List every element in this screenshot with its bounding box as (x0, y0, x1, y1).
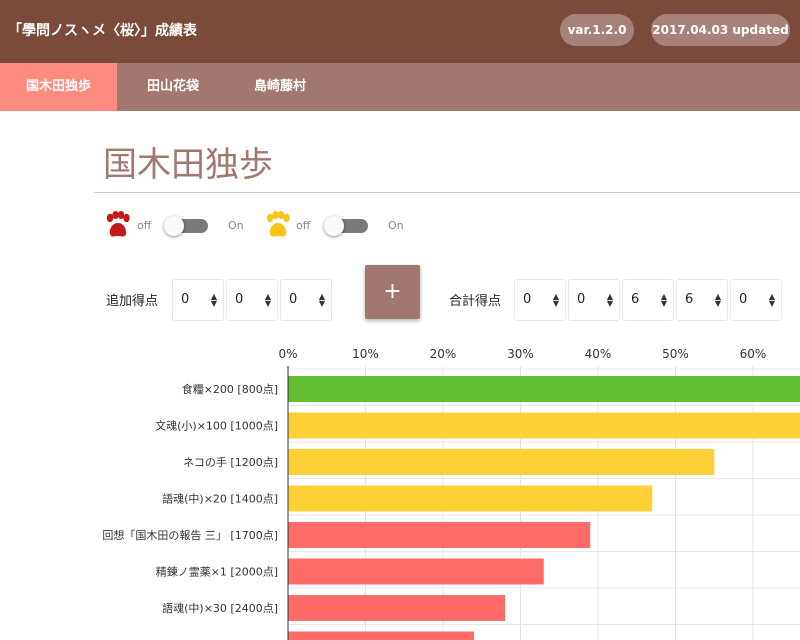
paw-red-toggle[interactable] (164, 216, 208, 236)
bar (288, 522, 591, 548)
digit-value: 0 (181, 292, 190, 307)
category-label: 回想「国木田の報告 三」 [1700点] (102, 528, 278, 542)
paw-red-icon (106, 211, 130, 237)
total-score-digit-2[interactable]: 0 ▲ ▼ (568, 279, 620, 321)
score-progress-chart: 0% 10% 20% 30% 40% 50% 60% 食糧×200 [800点] 文魂(小)×1… (102, 347, 800, 640)
app-title: 「學問ノスヽメ〈桜〉」成績表 (8, 23, 197, 39)
add-score-digit-1[interactable]: 0 ▲ ▼ (172, 279, 224, 321)
total-score-digit-3[interactable]: 6 ▲ ▼ (622, 279, 674, 321)
digit-value: 0 (289, 292, 298, 307)
spinner-arrows-icon[interactable]: ▲ ▼ (211, 293, 217, 308)
spinner-arrows-icon[interactable]: ▲ ▼ (319, 293, 325, 308)
x-tick-label: 50% (662, 347, 689, 361)
toggle-1-on-label: On (228, 219, 244, 232)
spinner-arrows-icon[interactable]: ▲ ▼ (265, 293, 271, 308)
tab-kunikida[interactable]: 国木田独歩 (0, 63, 117, 111)
category-label: 食糧×200 [800点] (182, 382, 278, 396)
bar (288, 449, 715, 475)
toggle-2-on-label: On (388, 219, 404, 232)
updated-badge: 2017.04.03 updated (651, 14, 790, 46)
title-divider (94, 192, 800, 193)
digit-value: 6 (631, 292, 640, 307)
category-label: 精錬ノ霊薬×1 [2000点] (156, 565, 278, 579)
page-title: 国木田独歩 (103, 145, 273, 185)
x-tick-label: 30% (507, 347, 534, 361)
add-score-digit-3[interactable]: 0 ▲ ▼ (280, 279, 332, 321)
bar (288, 412, 800, 439)
spinner-arrows-icon[interactable]: ▲ ▼ (661, 293, 667, 308)
bar (288, 558, 544, 585)
spinner-arrows-icon[interactable]: ▲ ▼ (553, 293, 559, 308)
toggle-2-off-label: off (296, 219, 311, 232)
digit-value: 6 (685, 292, 694, 307)
spinner-arrows-icon[interactable]: ▲ ▼ (607, 293, 613, 308)
add-score-label: 追加得点 (106, 294, 159, 309)
tab-tayama[interactable]: 田山花袋 (117, 63, 229, 111)
total-score-digit-5[interactable]: 0 ▲ ▼ (730, 279, 782, 321)
bar (288, 631, 474, 640)
spinner-arrows-icon[interactable]: ▲ ▼ (769, 293, 775, 308)
x-tick-label: 60% (740, 347, 767, 361)
digit-value: 0 (577, 292, 586, 307)
app-header: 「學問ノスヽメ〈桜〉」成績表 var.1.2.0 2017.04.03 upda… (0, 0, 800, 63)
tab-shimazaki[interactable]: 島崎藤村 (229, 63, 331, 111)
toggle-knob (164, 216, 184, 236)
bar (288, 376, 800, 402)
toggle-knob (324, 216, 344, 236)
category-label: 語魂(中)×30 [2400点] (162, 601, 278, 615)
add-score-digit-2[interactable]: 0 ▲ ▼ (226, 279, 278, 321)
category-label: ネコの手 [1200点] (183, 455, 278, 469)
paw-yellow-toggle[interactable] (324, 216, 368, 236)
bar (288, 485, 653, 512)
digit-value: 0 (235, 292, 244, 307)
bar (288, 595, 505, 621)
version-badge: var.1.2.0 (560, 14, 634, 46)
add-score-button[interactable]: + (365, 265, 420, 319)
total-score-digit-4[interactable]: 6 ▲ ▼ (676, 279, 728, 321)
digit-value: 0 (739, 292, 748, 307)
x-tick-label: 40% (585, 347, 612, 361)
toggle-1-off-label: off (137, 219, 152, 232)
category-label: 文魂(小)×100 [1000点] (155, 419, 278, 433)
category-label: 語魂(中)×20 [1400点] (162, 492, 278, 506)
digit-value: 0 (523, 292, 532, 307)
x-tick-label: 0% (278, 347, 297, 361)
paw-yellow-icon (266, 211, 290, 237)
total-score-label: 合計得点 (449, 294, 502, 309)
spinner-arrows-icon[interactable]: ▲ ▼ (715, 293, 721, 308)
x-tick-label: 10% (352, 347, 379, 361)
total-score-digit-1[interactable]: 0 ▲ ▼ (514, 279, 566, 321)
x-tick-label: 20% (430, 347, 457, 361)
character-tabs: 国木田独歩 田山花袋 島崎藤村 (0, 63, 800, 111)
